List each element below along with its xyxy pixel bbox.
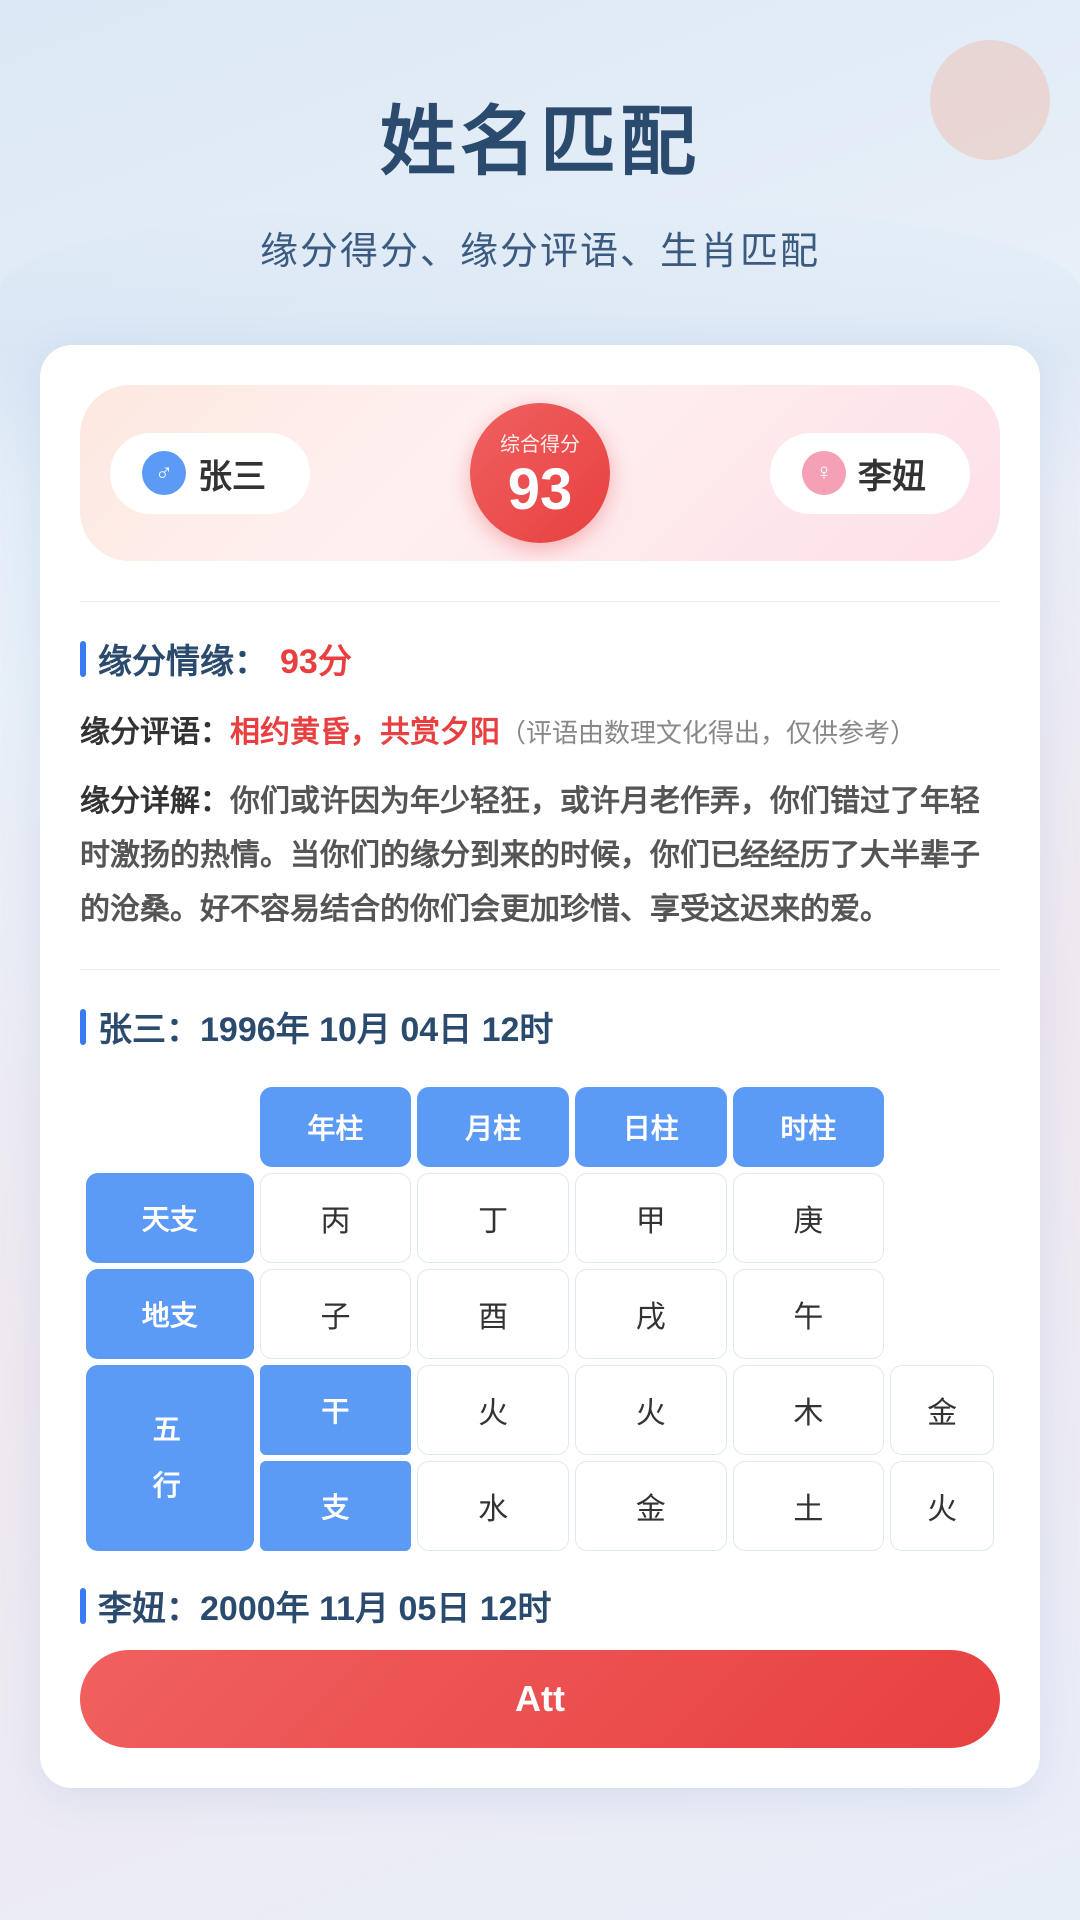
person2-chart-label: 李妞：2000年 11月 05日 12时 [98, 1581, 552, 1630]
eval-label-row: 缘分评语：相约黄昏，共赏夕阳（评语由数理文化得出，仅供参考） [80, 707, 1000, 751]
bottom-button[interactable]: Att [80, 1650, 1000, 1748]
wuxing-zhi-yue: 金 [575, 1461, 727, 1551]
empty-header [86, 1087, 254, 1167]
tiangan-row: 天支 丙 丁 甲 庚 [86, 1173, 994, 1263]
eval-note: （评语由数理文化得出，仅供参考） [500, 718, 916, 748]
person1-name: 张三 [198, 449, 266, 498]
wuxing-zhi-shi: 火 [890, 1461, 994, 1551]
dizhi-label: 地支 [86, 1269, 254, 1359]
main-card: ♂ 张三 综合得分 93 ♀ 李妞 缘分情缘：93分 缘分评语：相约黄昏，共赏夕… [40, 345, 1040, 1788]
section-bar-2 [80, 1009, 86, 1045]
wuxing-title: 五行 [153, 1402, 187, 1514]
wuxing-gan-ri: 木 [733, 1365, 885, 1455]
dizhi-yue: 酉 [417, 1269, 569, 1359]
male-icon: ♂ [142, 451, 186, 495]
col-shi: 时柱 [733, 1087, 885, 1167]
score-value: 93 [508, 461, 573, 519]
dizhi-ri: 戌 [575, 1269, 727, 1359]
score-header: ♂ 张三 综合得分 93 ♀ 李妞 [80, 385, 1000, 561]
person1-chart-label: 张三：1996年 10月 04日 12时 [98, 1002, 553, 1051]
person1-section-title: 张三：1996年 10月 04日 12时 [80, 1002, 1000, 1051]
yuanfen-label: 缘分情缘： [98, 634, 268, 683]
col-yue: 月柱 [417, 1087, 569, 1167]
wuxing-label: 五行 [86, 1365, 254, 1551]
tiangan-ri: 甲 [575, 1173, 727, 1263]
eval-label-text: 缘分评语： [80, 716, 230, 749]
col-nian: 年柱 [260, 1087, 412, 1167]
person2-section-title: 李妞：2000年 11月 05日 12时 [80, 1581, 1000, 1630]
tiangan-shi: 庚 [733, 1173, 885, 1263]
eval-phrase: 相约黄昏，共赏夕阳 [230, 716, 500, 749]
wuxing-gan-nian: 火 [417, 1365, 569, 1455]
wuxing-zhi-ri: 土 [733, 1461, 885, 1551]
result-section: 缘分情缘：93分 缘分评语：相约黄昏，共赏夕阳（评语由数理文化得出，仅供参考） … [80, 601, 1000, 937]
dizhi-nian: 子 [260, 1269, 412, 1359]
person1-tag: ♂ 张三 [110, 433, 310, 514]
dizhi-shi: 午 [733, 1269, 885, 1359]
score-label: 综合得分 [500, 428, 580, 457]
section-bar [80, 641, 86, 677]
wuxing-gan-label-cell: 干 [260, 1365, 412, 1455]
wuxing-zhi-nian: 水 [417, 1461, 569, 1551]
detail-label: 缘分详解：你们或许因为年少轻狂，或许月老作弄，你们错过了年轻时激扬的热情。当你们… [80, 775, 1000, 937]
page-subtitle: 缘分得分、缘分评语、生肖匹配 [40, 220, 1040, 275]
wuxing-gan-yue: 火 [575, 1365, 727, 1455]
section-bar-3 [80, 1588, 86, 1624]
page-header: 姓名匹配 缘分得分、缘分评语、生肖匹配 [0, 0, 1080, 305]
score-circle: 综合得分 93 [470, 403, 610, 543]
wuxing-gan-row: 五行 干 火 火 木 金 [86, 1365, 994, 1455]
bazi-table-person1: 年柱 月柱 日柱 时柱 天支 丙 丁 甲 庚 地支 子 酉 [80, 1081, 1000, 1557]
dizhi-row: 地支 子 酉 戌 午 [86, 1269, 994, 1359]
yuanfen-score: 93分 [280, 634, 352, 683]
female-icon: ♀ [802, 451, 846, 495]
col-ri: 日柱 [575, 1087, 727, 1167]
person1-section: 张三：1996年 10月 04日 12时 年柱 月柱 日柱 时柱 天支 丙 丁 … [80, 969, 1000, 1557]
yuanfen-section-title: 缘分情缘：93分 [80, 634, 1000, 683]
tiangan-yue: 丁 [417, 1173, 569, 1263]
person2-tag: ♀ 李妞 [770, 433, 970, 514]
wuxing-gan-shi: 金 [890, 1365, 994, 1455]
person2-name: 李妞 [858, 449, 926, 498]
page-title: 姓名匹配 [40, 80, 1040, 190]
tiangan-label: 天支 [86, 1173, 254, 1263]
tiangan-nian: 丙 [260, 1173, 412, 1263]
wuxing-zhi-label-cell: 支 [260, 1461, 412, 1551]
